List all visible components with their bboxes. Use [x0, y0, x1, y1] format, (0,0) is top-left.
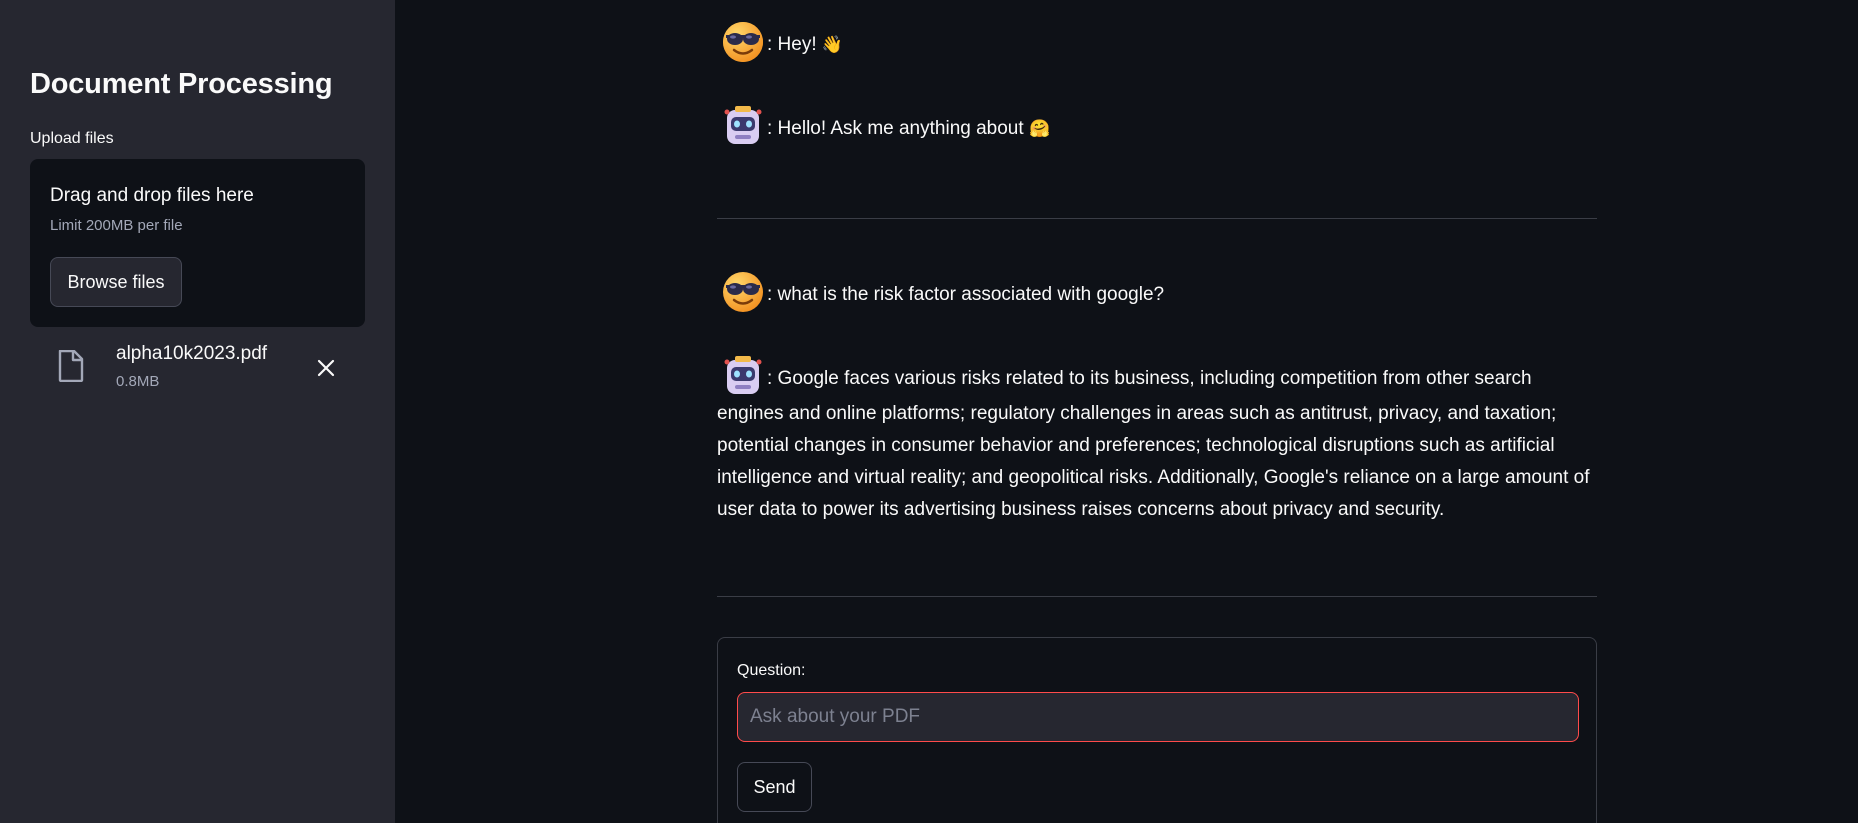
- sidebar: Document Processing Upload files Drag an…: [0, 0, 395, 823]
- app: Document Processing Upload files Drag an…: [0, 0, 1858, 823]
- message-text: : Hello! Ask me anything about: [767, 118, 1024, 139]
- close-icon[interactable]: [314, 356, 338, 380]
- message-text: : Google faces various risks related to …: [717, 368, 1590, 520]
- file-dropzone[interactable]: Drag and drop files here Limit 200MB per…: [30, 159, 365, 327]
- question-input[interactable]: [737, 692, 1579, 742]
- main-area: : Hey! 👋 : Hello! Ask me anything about …: [395, 0, 1858, 823]
- dropzone-title: Drag and drop files here: [50, 185, 254, 206]
- uploaded-file-item: alpha10k2023.pdf 0.8MB: [30, 340, 365, 396]
- chat-message-bot: : Hello! Ask me anything about 🤗: [717, 104, 1597, 148]
- file-size: 0.8MB: [116, 373, 160, 390]
- sunglasses-face-icon: [723, 22, 763, 62]
- sidebar-title: Document Processing: [30, 68, 333, 100]
- upload-label: Upload files: [30, 130, 114, 147]
- file-icon: [58, 350, 84, 382]
- question-label: Question:: [737, 662, 806, 679]
- question-form: Question: Send: [717, 637, 1597, 823]
- message-text: : Hey!: [767, 34, 817, 55]
- message-text: : what is the risk factor associated wit…: [767, 284, 1165, 305]
- divider: [717, 596, 1597, 597]
- hugging-face-emoji: 🤗: [1028, 119, 1051, 138]
- robot-icon: [724, 106, 762, 144]
- chat-message-bot: : Google faces various risks related to …: [717, 354, 1597, 526]
- chat-message-user: : Hey! 👋: [717, 20, 1597, 64]
- file-name: alpha10k2023.pdf: [116, 343, 268, 364]
- waving-hand-emoji: 👋: [821, 35, 844, 54]
- divider: [717, 218, 1597, 219]
- sunglasses-face-icon: [723, 272, 763, 312]
- dropzone-limit: Limit 200MB per file: [50, 217, 183, 234]
- chat-message-user: : what is the risk factor associated wit…: [717, 270, 1597, 314]
- robot-icon: [724, 356, 762, 394]
- send-button[interactable]: Send: [737, 762, 812, 812]
- browse-files-button[interactable]: Browse files: [50, 257, 182, 307]
